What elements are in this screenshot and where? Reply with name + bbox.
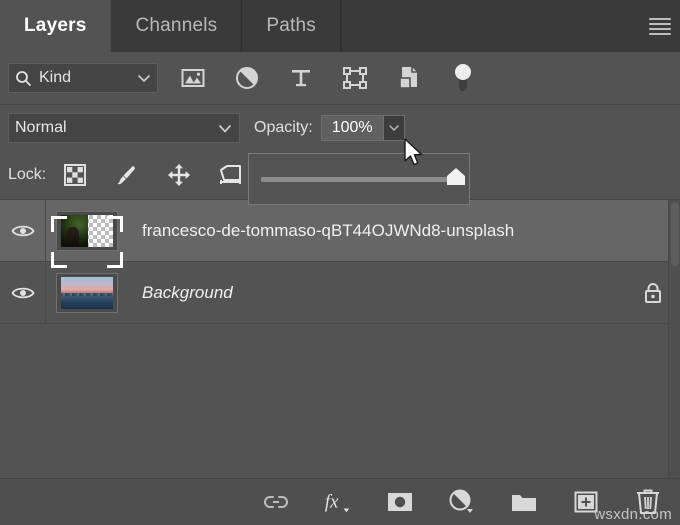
add-layer-mask-button[interactable] — [386, 488, 414, 516]
blend-opacity-row: Normal Opacity: 100% — [0, 105, 680, 151]
opacity-value: 100% — [332, 119, 373, 137]
tab-layers-label: Layers — [24, 15, 86, 37]
lock-position-icon[interactable] — [166, 162, 192, 188]
table-row[interactable]: francesco-de-tommaso-qBT44OJWNd8-unsplas… — [0, 200, 680, 262]
link-layers-button[interactable] — [262, 488, 290, 516]
opacity-slider-popup[interactable] — [248, 153, 470, 205]
tab-channels[interactable]: Channels — [111, 0, 242, 52]
tab-paths[interactable]: Paths — [242, 0, 341, 52]
layer-name-label[interactable]: Background — [128, 283, 626, 303]
adjustment-layer-filter-icon[interactable] — [234, 65, 260, 91]
panel-menu-line — [649, 23, 671, 25]
layer-thumbnail-image — [61, 277, 113, 309]
panel-menu-line — [649, 28, 671, 30]
chevron-down-icon — [217, 123, 233, 134]
bracket-bottom-right — [107, 252, 123, 268]
filter-kind-select[interactable]: Kind — [8, 63, 158, 93]
filter-kind-value: Kind — [39, 69, 137, 87]
opacity-slider-track[interactable] — [261, 177, 457, 182]
table-row[interactable]: Background — [0, 262, 680, 324]
opacity-slider-thumb[interactable] — [447, 168, 465, 176]
layer-list-scrollbar[interactable] — [668, 200, 680, 478]
new-layer-button[interactable] — [572, 488, 600, 516]
delete-layer-button[interactable] — [634, 488, 662, 516]
opacity-input[interactable]: 100% — [321, 115, 383, 141]
layer-name-label[interactable]: francesco-de-tommaso-qBT44OJWNd8-unsplas… — [128, 221, 626, 241]
layer-thumbnail[interactable] — [46, 273, 128, 313]
lock-label: Lock: — [8, 166, 46, 184]
type-layer-filter-icon[interactable] — [288, 65, 314, 91]
layer-visibility-toggle[interactable] — [0, 262, 46, 323]
lock-image-pixels-icon[interactable] — [114, 162, 140, 188]
layer-thumbnail[interactable] — [46, 211, 128, 251]
search-icon — [15, 70, 32, 87]
scrollbar-thumb[interactable] — [671, 202, 679, 266]
layer-list: francesco-de-tommaso-qBT44OJWNd8-unsplas… — [0, 200, 680, 478]
tab-layers[interactable]: Layers — [0, 0, 111, 52]
selection-bracket-group — [51, 216, 123, 268]
panel-menu-line — [649, 33, 671, 35]
thumbnail-photo-content — [61, 277, 113, 309]
new-fill-adjustment-layer-button[interactable] — [448, 488, 476, 516]
svg-text:fx: fx — [325, 492, 339, 513]
smart-object-filter-icon[interactable] — [396, 65, 422, 91]
shape-layer-filter-icon[interactable] — [342, 65, 368, 91]
pixel-layer-filter-icon[interactable] — [180, 65, 206, 91]
opacity-dropdown-button[interactable] — [383, 115, 405, 141]
lock-transparent-pixels-icon[interactable] — [62, 162, 88, 188]
layer-visibility-toggle[interactable] — [0, 200, 46, 261]
layers-panel: Layers Channels Paths Kind — [0, 0, 680, 525]
opacity-control: Opacity: 100% — [254, 115, 405, 141]
panel-menu-line — [649, 18, 671, 20]
blend-mode-select[interactable]: Normal — [8, 113, 240, 143]
bracket-bottom-left — [51, 252, 67, 268]
chevron-down-icon — [137, 73, 151, 83]
bracket-top-left — [51, 216, 67, 232]
layer-type-filter-icons — [180, 65, 476, 91]
tab-channels-label: Channels — [135, 15, 217, 37]
lock-artboard-nesting-icon[interactable] — [218, 162, 244, 188]
layer-filter-row: Kind — [0, 52, 680, 105]
bracket-top-right — [107, 216, 123, 232]
thumbnail-selection-brackets — [51, 216, 123, 268]
layer-style-button[interactable]: fx — [324, 488, 352, 516]
layer-thumbnail-box — [56, 273, 118, 313]
panel-menu-icon[interactable] — [648, 14, 672, 38]
tab-paths-label: Paths — [266, 15, 316, 37]
layers-bottom-toolbar: fx — [0, 478, 680, 525]
filter-toggle-switch[interactable] — [450, 65, 476, 91]
new-group-button[interactable] — [510, 488, 538, 516]
opacity-label: Opacity: — [254, 119, 313, 137]
blend-mode-value: Normal — [15, 119, 217, 137]
tabbar-spacer — [341, 0, 680, 52]
panel-tabbar: Layers Channels Paths — [0, 0, 680, 52]
